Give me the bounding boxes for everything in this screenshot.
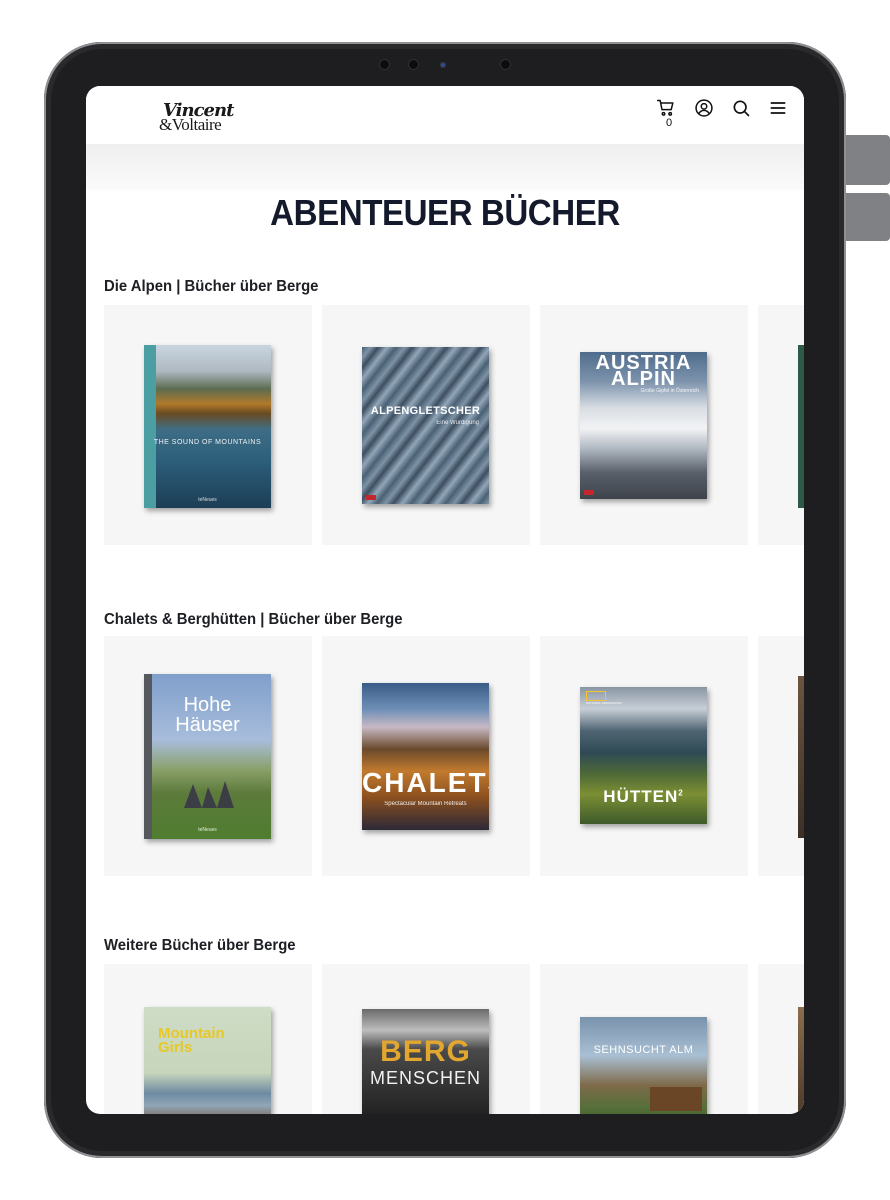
book-cover: AUSTRIA ALPIN Große Gipfel in Österreich [580,352,707,499]
book-card[interactable]: ALPENGLETSCHER Eine Würdigung [322,305,530,545]
camera-sensor [440,62,446,68]
book-title-line1: BERG [380,1035,471,1068]
book-cover: NATIONAL GEOGRAPHIC HÜTTEN2 [580,687,707,824]
book-title: SEHNSUCHT ALM [593,1044,694,1056]
camera-sensor [500,59,511,70]
logo-line2: &Voltaire [159,115,222,134]
book-title-line2: Häuser [175,714,240,736]
book-card-partial[interactable] [758,305,804,545]
menu-icon[interactable] [767,97,789,119]
book-title-sup: 2 [678,788,684,798]
book-subtitle: Spectacular Mountain Retreats [384,801,467,807]
book-title: ALPENGLETSCHER [370,405,481,417]
book-title-line1: Hohe [183,694,232,716]
book-cover: BERG MENSCHEN [362,1009,489,1114]
book-card[interactable]: Hohe Häuser teNeues [104,636,312,876]
book-cover: Hohe Häuser teNeues [144,674,271,839]
cart-icon[interactable] [655,97,677,119]
book-card[interactable]: SEHNSUCHT ALM [540,964,748,1114]
book-title: CHALETS [362,767,489,798]
book-cover [798,1007,804,1114]
screen: Vincent &Voltaire 0 ABENTEUER BÜCHER Die… [86,86,804,1114]
book-card[interactable]: Mountain Girls [104,964,312,1114]
book-title-line2: MENSCHEN [369,1068,481,1088]
book-card[interactable]: THE SOUND OF MOUNTAINS teNeues [104,305,312,545]
book-title: THE SOUND OF MOUNTAINS [153,439,262,446]
book-publisher: teNeues [198,827,217,833]
account-icon[interactable] [693,97,715,119]
section-title: Weitere Bücher über Berge [104,937,296,954]
book-title: HÜTTEN [603,787,679,806]
tablet-side-button [846,135,890,185]
hero-band [86,144,804,190]
book-subtitle: Eine Würdigung [436,420,479,426]
book-publisher: teNeues [198,497,217,503]
book-cover: THE SOUND OF MOUNTAINS teNeues [144,345,271,508]
section-title: Chalets & Berghütten | Bücher über Berge [104,611,403,628]
book-cover [798,345,804,508]
tablet-side-button [846,193,890,241]
book-cover [798,676,804,838]
site-header: Vincent &Voltaire 0 [86,86,804,144]
book-brand: NATIONAL GEOGRAPHIC [586,701,622,705]
search-icon[interactable] [730,97,752,119]
camera-sensor [379,59,390,70]
page-title: ABENTEUER BÜCHER [270,192,620,233]
camera-sensor [408,59,419,70]
book-cover: Mountain Girls [144,1007,271,1114]
site-logo[interactable]: Vincent &Voltaire [159,100,239,134]
book-subtitle: Große Gipfel in Österreich [640,388,699,394]
book-cover: CHALETS Spectacular Mountain Retreats [362,683,489,830]
book-card[interactable]: CHALETS Spectacular Mountain Retreats [322,636,530,876]
book-card[interactable]: AUSTRIA ALPIN Große Gipfel in Österreich [540,305,748,545]
book-card[interactable]: BERG MENSCHEN [322,964,530,1114]
section-title: Die Alpen | Bücher über Berge [104,278,319,295]
book-cover: SEHNSUCHT ALM [580,1017,707,1114]
book-card-partial[interactable] [758,636,804,876]
book-title-line2: Girls [158,1039,193,1056]
book-card-partial[interactable] [758,964,804,1114]
cart-count: 0 [665,117,673,129]
book-cover: ALPENGLETSCHER Eine Würdigung [362,347,489,504]
book-card[interactable]: NATIONAL GEOGRAPHIC HÜTTEN2 [540,636,748,876]
book-title: AUSTRIA ALPIN [595,352,692,390]
